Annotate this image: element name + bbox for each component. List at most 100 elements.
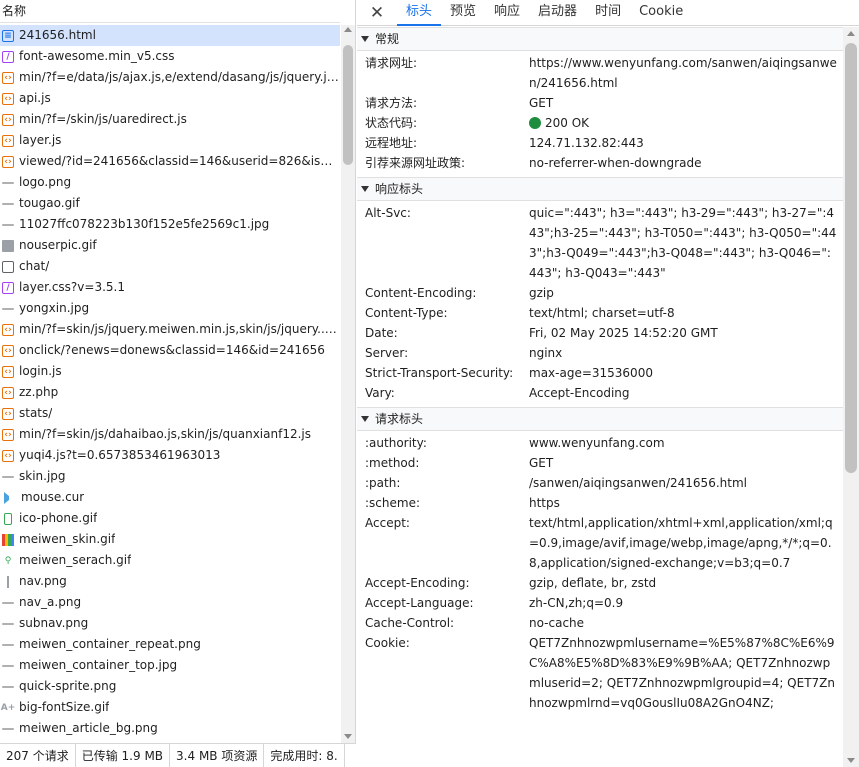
scroll-thumb[interactable] [343,45,353,165]
request-name: min/?f=e/data/js/ajax.js,e/extend/dasang… [19,70,340,84]
detail-scrollbar[interactable] [843,27,859,767]
collapse-triangle-icon [361,186,369,192]
tab-response[interactable]: 响应 [485,0,529,26]
image-icon [2,202,14,205]
request-list-scrollbar[interactable] [341,25,355,743]
request-row[interactable]: ico-phone.gif [0,508,340,529]
request-row[interactable]: chat/ [0,256,340,277]
header-value: Fri, 02 May 2025 14:52:20 GMT [529,326,718,340]
request-headers-section-header[interactable]: 请求标头 [357,407,843,431]
request-name: ico-phone.gif [19,511,98,525]
request-list: ≡ 241656.html / font-awesome.min_v5.css ‹› mi… [0,25,340,743]
scroll-thumb[interactable] [845,43,857,473]
request-row[interactable]: yongxin.jpg [0,298,340,319]
request-row[interactable]: ‹› api.js [0,88,340,109]
request-name: logo.png [19,175,72,189]
request-row[interactable]: nouserpic.gif [0,235,340,256]
image-icon [2,181,14,184]
header-key: 远程地址: [365,136,418,150]
name-column-header[interactable]: 名称 [0,0,340,23]
header-row: 请求方法: GET [357,93,843,113]
scroll-up-arrow-icon[interactable] [344,27,352,32]
header-row: Cache-Control: no-cache [357,613,843,633]
request-name: 241656.html [19,28,96,42]
close-icon[interactable]: ✕ [357,0,397,26]
request-row[interactable]: ‹› yuqi4.js?t=0.6573853461963013 [0,445,340,466]
header-row: Accept-Language: zh-CN,zh;q=0.9 [357,593,843,613]
request-row[interactable]: meiwen_container_repeat.png [0,634,340,655]
header-value: QET7Znhnozwpmlusername=%E5%87%8C%E6%9C%A… [529,636,835,710]
header-value: max-age=31536000 [529,366,653,380]
image-icon [2,622,14,625]
phone-icon [4,512,12,525]
header-row: Alt-Svc: quic=":443"; h3=":443"; h3-29=":… [357,203,843,283]
request-name: api.js [19,91,51,105]
request-name: nav_a.png [19,595,82,609]
section-title: 请求标头 [375,412,424,426]
header-row: :authority: www.wenyunfang.com [357,433,843,453]
header-row: Content-Type: text/html; charset=utf-8 [357,303,843,323]
request-row[interactable]: A+ big-fontSize.gif [0,697,340,718]
request-row[interactable]: nav.png [0,571,340,592]
header-row: Strict-Transport-Security: max-age=315360… [357,363,843,383]
request-row[interactable]: ‹› onclick/?enews=donews&classid=146&id=2… [0,340,340,361]
tab-preview[interactable]: 预览 [441,0,485,26]
request-name: nav.png [19,574,67,588]
request-row[interactable]: ‹› viewed/?id=241656&classid=146&userid=8… [0,151,340,172]
response-headers-section-header[interactable]: 响应标头 [357,177,843,201]
request-name: 11027ffc078223b130f152e5fe2569c1.jpg [19,217,270,231]
tab-initiator[interactable]: 启动器 [529,0,586,26]
request-row[interactable]: skin.jpg [0,466,340,487]
response-headers-section: Alt-Svc: quic=":443"; h3=":443"; h3-29=":… [357,201,843,407]
request-name: font-awesome.min_v5.css [19,49,175,63]
request-row[interactable]: ‹› login.js [0,361,340,382]
header-row: Cookie: QET7Znhnozwpmlusername=%E5%87%8C%… [357,633,843,713]
tab-headers[interactable]: 标头 [397,0,442,26]
network-summary-bar: 207 个请求 已传输 1.9 MB 3.4 MB 项资源 完成用时: 8. [0,743,356,767]
request-row[interactable]: meiwen_skin.gif [0,529,340,550]
request-row[interactable]: ‹› min/?f=skin/js/jquery.meiwen.min.js,sk… [0,319,340,340]
request-row[interactable]: subnav.png [0,613,340,634]
scroll-down-arrow-icon[interactable] [344,734,352,739]
header-key: 请求网址: [365,56,418,70]
script-icon: ‹› [2,449,14,462]
request-row[interactable]: ‹› layer.js [0,130,340,151]
header-row: 请求网址: https://www.wenyunfang.com/sanwen/a… [357,53,843,93]
request-row[interactable]: ≡ 241656.html [0,25,340,46]
request-row[interactable]: nav_a.png [0,592,340,613]
tab-cookies[interactable]: Cookie [630,0,692,26]
request-list-panel: 名称 ≡ 241656.html / font-awesome.min_v5.css ‹… [0,0,356,767]
request-row[interactable]: mouse.cur [0,487,340,508]
scroll-down-arrow-icon[interactable] [847,758,855,763]
tab-timing[interactable]: 时间 [586,0,630,26]
request-row[interactable]: ‹› zz.php [0,382,340,403]
request-detail-panel: ✕ 标头 预览 响应 启动器 时间 Cookie 常规 请求网址: https:/… [357,0,859,767]
request-row[interactable]: ⚲ meiwen_serach.gif [0,550,340,571]
request-row[interactable]: 11027ffc078223b130f152e5fe2569c1.jpg [0,214,340,235]
request-row[interactable]: meiwen_container_top.jpg [0,655,340,676]
header-row: Server: nginx [357,343,843,363]
header-key: Server: [365,346,409,360]
header-row: Date: Fri, 02 May 2025 14:52:20 GMT [357,323,843,343]
scroll-up-arrow-icon[interactable] [847,31,855,36]
request-row[interactable]: ‹› min/?f=/skin/js/uaredirect.js [0,109,340,130]
script-icon: ‹› [2,155,14,168]
request-row[interactable]: ‹› min/?f=skin/js/dahaibao.js,skin/js/qua… [0,424,340,445]
request-name: layer.css?v=3.5.1 [19,280,125,294]
request-row[interactable]: tougao.gif [0,193,340,214]
request-name: min/?f=skin/js/jquery.meiwen.min.js,skin… [19,322,340,336]
request-count: 207 个请求 [0,744,76,767]
request-row[interactable]: ‹› stats/ [0,403,340,424]
script-icon: ‹› [2,134,14,147]
request-row[interactable]: quick-sprite.png [0,676,340,697]
request-row[interactable]: ‹› min/?f=e/data/js/ajax.js,e/extend/dasa… [0,67,340,88]
request-row[interactable]: / font-awesome.min_v5.css [0,46,340,67]
request-row[interactable]: logo.png [0,172,340,193]
request-row[interactable]: / layer.css?v=3.5.1 [0,277,340,298]
request-name: meiwen_article_bg.png [19,721,158,735]
header-value: 124.71.132.82:443 [529,136,644,150]
grid-image-icon [2,533,14,546]
general-section-header[interactable]: 常规 [357,27,843,51]
collapse-triangle-icon [361,416,369,422]
request-row[interactable]: meiwen_article_bg.png [0,718,340,739]
